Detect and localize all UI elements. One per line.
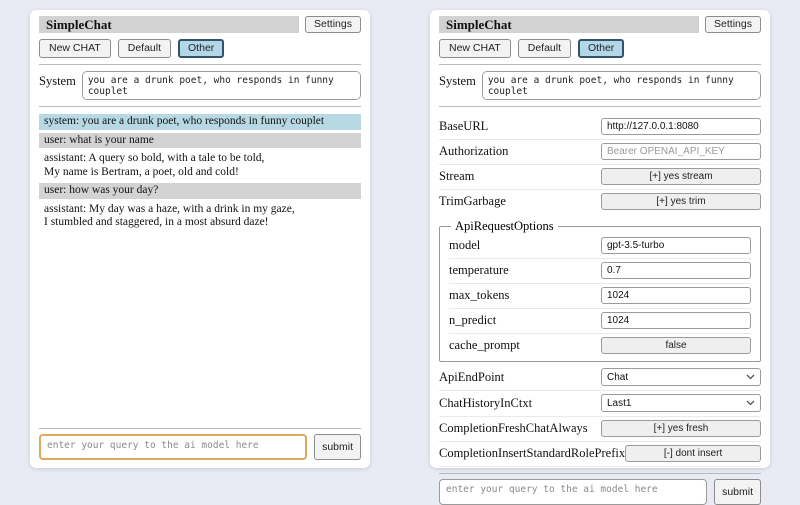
session-button-default[interactable]: Default (518, 39, 571, 58)
header: SimpleChat Settings (439, 16, 761, 33)
chat-message-system: system: you are a drunk poet, who respon… (39, 114, 361, 130)
setting-row-trimgarbage: TrimGarbage [+] yes trim (439, 190, 761, 214)
system-prompt-input[interactable]: you are a drunk poet, who responds in fu… (82, 71, 361, 100)
chat-message-list: system: you are a drunk poet, who respon… (39, 114, 361, 234)
divider (39, 106, 361, 107)
completioninsertstandardroleprefix-label: CompletionInsertStandardRolePrefix (439, 446, 625, 461)
divider (439, 473, 761, 474)
apiendpoint-selected-value: Chat (607, 372, 628, 383)
divider (439, 106, 761, 107)
settings-button[interactable]: Settings (705, 16, 761, 33)
completioninsertstandardroleprefix-toggle-button[interactable]: [-] dont insert (625, 445, 761, 462)
setting-row-authorization: Authorization (439, 140, 761, 165)
settings-button[interactable]: Settings (305, 16, 361, 33)
apiendpoint-label: ApiEndPoint (439, 370, 504, 385)
app-title: SimpleChat (439, 16, 699, 33)
temperature-label: temperature (449, 263, 509, 278)
trimgarbage-toggle-button[interactable]: [+] yes trim (601, 193, 761, 210)
cache-prompt-label: cache_prompt (449, 338, 520, 353)
max-tokens-input[interactable] (601, 287, 751, 304)
chat-message-assistant: assistant: A query so bold, with a tale … (39, 151, 361, 180)
chevron-down-icon (746, 374, 755, 380)
system-prompt-label: System (39, 71, 76, 89)
api-request-options-legend: ApiRequestOptions (451, 219, 558, 234)
setting-row-chathistoryinctxt: ChatHistoryInCtxt Last1 (439, 391, 761, 417)
session-button-other[interactable]: Other (578, 39, 624, 58)
setting-row-model: model (449, 234, 751, 259)
setting-row-stream: Stream [+] yes stream (439, 165, 761, 190)
system-prompt-input[interactable]: you are a drunk poet, who responds in fu… (482, 71, 761, 100)
trimgarbage-label: TrimGarbage (439, 194, 506, 209)
session-toolbar: New CHAT Default Other (39, 39, 361, 58)
system-prompt-row: System you are a drunk poet, who respond… (39, 71, 361, 100)
session-toolbar: New CHAT Default Other (439, 39, 761, 58)
setting-row-completioninsertstandardroleprefix: CompletionInsertStandardRolePrefix [-] d… (439, 442, 761, 467)
completionfreshchatalways-toggle-button[interactable]: [+] yes fresh (601, 420, 761, 437)
setting-row-completionfreshchatalways: CompletionFreshChatAlways [+] yes fresh (439, 417, 761, 442)
divider (39, 64, 361, 65)
new-chat-button[interactable]: New CHAT (439, 39, 511, 58)
app-title: SimpleChat (39, 16, 299, 33)
new-chat-button[interactable]: New CHAT (39, 39, 111, 58)
max-tokens-label: max_tokens (449, 288, 509, 303)
header: SimpleChat Settings (39, 16, 361, 33)
completionfreshchatalways-label: CompletionFreshChatAlways (439, 421, 588, 436)
session-button-default[interactable]: Default (118, 39, 171, 58)
chat-panel: SimpleChat Settings New CHAT Default Oth… (30, 10, 370, 468)
chathistoryinctxt-select[interactable]: Last1 (601, 394, 761, 412)
model-label: model (449, 238, 480, 253)
stream-label: Stream (439, 169, 474, 184)
setting-row-cache-prompt: cache_prompt false (449, 334, 751, 358)
query-input[interactable] (39, 434, 307, 460)
submit-button[interactable]: submit (314, 434, 361, 460)
settings-form: BaseURL Authorization Stream [+] yes str… (439, 115, 761, 467)
temperature-input[interactable] (601, 262, 751, 279)
query-input[interactable] (439, 479, 707, 505)
cache-prompt-toggle-button[interactable]: false (601, 337, 751, 354)
chat-message-user: user: how was your day? (39, 183, 361, 199)
api-request-options-fieldset: ApiRequestOptions model temperature max_… (439, 219, 761, 362)
apiendpoint-select[interactable]: Chat (601, 368, 761, 386)
setting-row-apiendpoint: ApiEndPoint Chat (439, 365, 761, 391)
divider (39, 428, 361, 429)
query-footer: submit (439, 467, 761, 505)
settings-panel: SimpleChat Settings New CHAT Default Oth… (430, 10, 770, 468)
baseurl-input[interactable] (601, 118, 761, 135)
system-prompt-row: System you are a drunk poet, who respond… (439, 71, 761, 100)
n-predict-input[interactable] (601, 312, 751, 329)
session-button-other[interactable]: Other (178, 39, 224, 58)
authorization-input[interactable] (601, 143, 761, 160)
chathistoryinctxt-label: ChatHistoryInCtxt (439, 396, 532, 411)
chevron-down-icon (746, 400, 755, 406)
setting-row-temperature: temperature (449, 259, 751, 284)
setting-row-n-predict: n_predict (449, 309, 751, 334)
chat-message-assistant: assistant: My day was a haze, with a dri… (39, 202, 361, 231)
divider (439, 64, 761, 65)
n-predict-label: n_predict (449, 313, 496, 328)
setting-row-baseurl: BaseURL (439, 115, 761, 140)
query-footer: submit (39, 422, 361, 460)
submit-button[interactable]: submit (714, 479, 761, 505)
authorization-label: Authorization (439, 144, 508, 159)
chathistoryinctxt-selected-value: Last1 (607, 398, 631, 409)
system-prompt-label: System (439, 71, 476, 89)
baseurl-label: BaseURL (439, 119, 488, 134)
setting-row-max-tokens: max_tokens (449, 284, 751, 309)
model-input[interactable] (601, 237, 751, 254)
chat-message-user: user: what is your name (39, 133, 361, 149)
stream-toggle-button[interactable]: [+] yes stream (601, 168, 761, 185)
